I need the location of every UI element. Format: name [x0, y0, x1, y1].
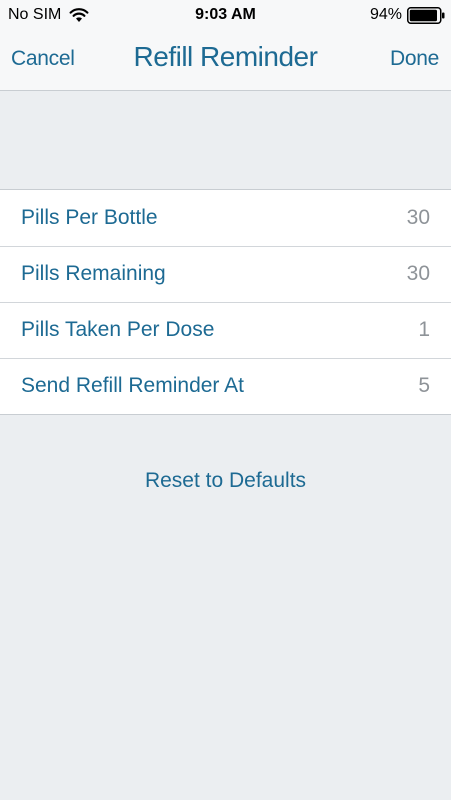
battery-icon: [407, 6, 445, 24]
reset-to-defaults-button[interactable]: Reset to Defaults: [0, 469, 451, 493]
row-value: 30: [406, 262, 430, 285]
navigation-bar: Cancel Refill Reminder Done: [0, 30, 451, 91]
row-pills-remaining[interactable]: Pills Remaining 30: [0, 246, 451, 302]
row-value: 30: [406, 206, 430, 229]
settings-list: Pills Per Bottle 30 Pills Remaining 30 P…: [0, 189, 451, 415]
row-value: 5: [418, 374, 430, 397]
row-pills-taken-per-dose[interactable]: Pills Taken Per Dose 1: [0, 302, 451, 358]
row-value: 1: [418, 318, 430, 341]
battery-info: 94%: [370, 6, 445, 24]
status-bar: No SIM 9:03 AM 94%: [0, 0, 451, 30]
row-label: Pills Remaining: [21, 262, 166, 285]
row-label: Pills Per Bottle: [21, 206, 158, 229]
battery-percent: 94%: [369, 6, 402, 23]
row-send-refill-reminder-at[interactable]: Send Refill Reminder At 5: [0, 358, 451, 414]
row-label: Send Refill Reminder At: [21, 374, 244, 397]
row-label: Pills Taken Per Dose: [21, 318, 215, 341]
done-button[interactable]: Done: [390, 47, 439, 71]
row-pills-per-bottle[interactable]: Pills Per Bottle 30: [0, 190, 451, 246]
page-title: Refill Reminder: [133, 41, 318, 72]
battery-fill: [409, 9, 438, 21]
